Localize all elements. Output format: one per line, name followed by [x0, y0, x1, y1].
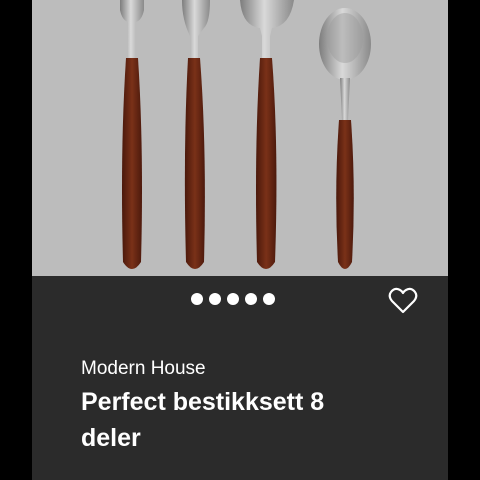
product-brand[interactable]: Modern House: [81, 358, 206, 380]
spoon-icon: [240, 0, 294, 269]
carousel-dots[interactable]: [191, 293, 275, 305]
screen: Modern House Perfect bestikksett 8 deler: [0, 0, 480, 480]
product-info: Modern House Perfect bestikksett 8 deler: [32, 276, 448, 480]
carousel-dot[interactable]: [209, 293, 221, 305]
carousel-dot[interactable]: [245, 293, 257, 305]
heart-outline-icon: [388, 287, 418, 314]
carousel-dot[interactable]: [263, 293, 275, 305]
fork-icon: [120, 0, 144, 269]
product-card[interactable]: Modern House Perfect bestikksett 8 deler: [32, 0, 448, 480]
product-image[interactable]: [32, 0, 448, 276]
teaspoon-icon: [319, 8, 371, 269]
favorite-button[interactable]: [388, 287, 418, 315]
product-title[interactable]: Perfect bestikksett 8 deler: [81, 384, 381, 456]
carousel-dot[interactable]: [227, 293, 239, 305]
carousel-dot[interactable]: [191, 293, 203, 305]
knife-icon: [182, 0, 210, 269]
